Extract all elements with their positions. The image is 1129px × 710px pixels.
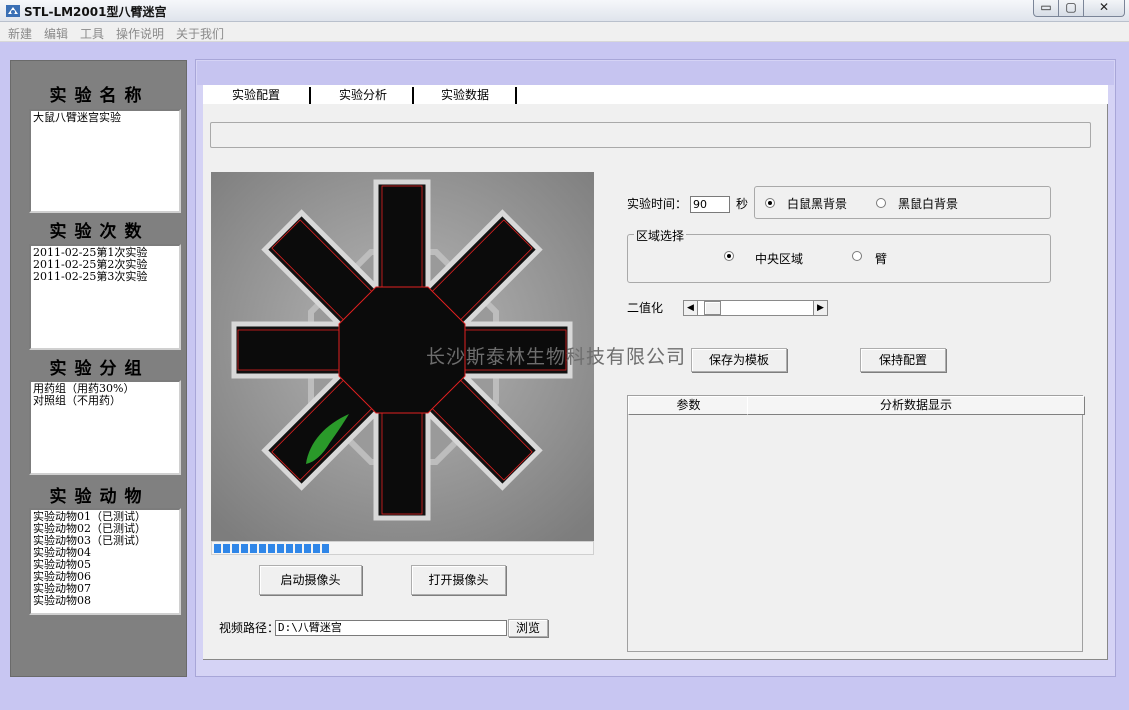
progress-block	[322, 544, 329, 553]
experiment-count-title: 实验次数	[49, 222, 150, 242]
title-bar	[0, 0, 1129, 22]
column-header-param[interactable]: 参数	[628, 396, 749, 415]
menu-bar: 新建 编辑 工具 操作说明 关于我们	[0, 22, 1129, 42]
experiment-sidebar: 实验名称 大鼠八臂迷宫实验 实验次数 2011-02-25第1次实验 2011-…	[10, 60, 187, 677]
center-region-label[interactable]: 中央区域	[755, 250, 803, 267]
progress-block	[223, 544, 230, 553]
maximize-icon: ▢	[1065, 0, 1077, 14]
progress-block	[241, 544, 248, 553]
black-rat-white-bg-label[interactable]: 黑鼠白背景	[898, 195, 958, 212]
arm-region-radio[interactable]	[852, 251, 862, 261]
experiment-name-list[interactable]: 大鼠八臂迷宫实验	[29, 109, 181, 213]
menu-tools[interactable]: 工具	[80, 25, 104, 42]
experiment-time-label: 实验时间：	[627, 197, 688, 211]
black-rat-white-bg-radio[interactable]	[876, 198, 886, 208]
progress-block	[232, 544, 239, 553]
experiment-animal-list[interactable]: 实验动物01（已测试） 实验动物02（已测试） 实验动物03（已测试） 实验动物…	[29, 508, 181, 615]
list-item[interactable]: 对照组（不用药）	[33, 395, 177, 407]
tab-strip: 实验配置 实验分析 实验数据	[203, 85, 1108, 105]
open-camera-button[interactable]: 打开摄像头	[411, 565, 506, 595]
minimize-button[interactable]: ▭	[1033, 0, 1059, 17]
menu-about[interactable]: 关于我们	[176, 25, 224, 42]
app-logo-icon	[6, 5, 20, 17]
center-region-radio[interactable]	[724, 251, 734, 261]
tab-band	[197, 61, 1114, 85]
region-select-title: 区域选择	[634, 227, 687, 244]
binarize-label: 二值化	[627, 301, 664, 315]
white-rat-black-bg-label[interactable]: 白鼠黑背景	[787, 195, 847, 212]
progress-block	[313, 544, 320, 553]
capture-progress-bar	[211, 541, 594, 555]
keep-config-button[interactable]: 保持配置	[860, 348, 946, 372]
menu-edit[interactable]: 编辑	[44, 25, 68, 42]
maximize-button[interactable]: ▢	[1058, 0, 1084, 17]
arm-region-label[interactable]: 臂	[875, 250, 887, 267]
slider-thumb[interactable]	[704, 301, 721, 315]
window-title: STL-LM2001型八臂迷宫	[24, 5, 167, 19]
white-rat-black-bg-radio[interactable]	[765, 198, 775, 208]
save-template-button[interactable]: 保存为模板	[691, 348, 787, 372]
list-item[interactable]: 实验动物08	[33, 595, 177, 607]
close-button[interactable]: ✕	[1083, 0, 1125, 17]
close-icon: ✕	[1098, 0, 1110, 14]
experiment-animal-title: 实验动物	[49, 487, 150, 507]
browse-button[interactable]: 浏览	[508, 619, 548, 637]
menu-new[interactable]: 新建	[8, 25, 32, 42]
progress-block	[304, 544, 311, 553]
company-watermark: 长沙斯泰林生物科技有限公司	[426, 346, 687, 368]
region-select-group	[627, 234, 1051, 283]
tab-separator	[515, 87, 517, 104]
progress-block	[295, 544, 302, 553]
video-path-input[interactable]: D:\八臂迷宫	[275, 620, 507, 636]
experiment-time-input[interactable]: 90	[690, 196, 730, 213]
time-unit-label: 秒	[736, 197, 749, 211]
progress-block	[277, 544, 284, 553]
slider-right-arrow-icon[interactable]: ▶	[813, 301, 827, 315]
list-item[interactable]: 2011-02-25第3次实验	[33, 271, 177, 283]
video-path-label: 视频路径：	[219, 621, 280, 635]
status-box	[210, 122, 1091, 148]
binarize-slider[interactable]: ◀ ▶	[683, 300, 828, 316]
start-camera-button[interactable]: 启动摄像头	[259, 565, 362, 595]
slider-left-arrow-icon[interactable]: ◀	[684, 301, 698, 315]
tab-data[interactable]: 实验数据	[414, 85, 516, 105]
column-header-analysis[interactable]: 分析数据显示	[747, 396, 1085, 415]
progress-block	[214, 544, 221, 553]
experiment-group-title: 实验分组	[49, 359, 150, 379]
progress-block	[259, 544, 266, 553]
tab-config[interactable]: 实验配置	[203, 85, 309, 105]
minimize-icon: ▭	[1040, 0, 1052, 14]
experiment-name-title: 实验名称	[49, 86, 150, 106]
list-item[interactable]: 大鼠八臂迷宫实验	[33, 112, 177, 124]
tab-analysis[interactable]: 实验分析	[311, 85, 415, 105]
progress-block	[286, 544, 293, 553]
experiment-count-list[interactable]: 2011-02-25第1次实验 2011-02-25第2次实验 2011-02-…	[29, 244, 181, 350]
menu-instructions[interactable]: 操作说明	[116, 25, 164, 42]
analysis-data-grid[interactable]: 参数 分析数据显示	[627, 395, 1085, 652]
progress-block	[250, 544, 257, 553]
progress-block	[268, 544, 275, 553]
experiment-group-list[interactable]: 用药组（用药30%） 对照组（不用药）	[29, 380, 181, 475]
